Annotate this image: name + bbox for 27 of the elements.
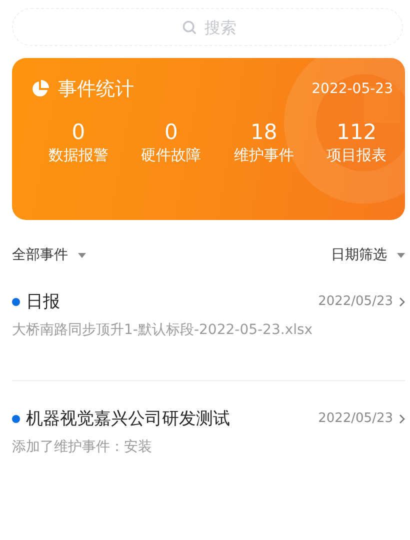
stat-label: 硬件故障	[141, 146, 202, 165]
search-icon	[182, 20, 196, 35]
stat-label: 数据报警	[48, 146, 108, 165]
caret-icon	[397, 252, 405, 258]
status-dot	[12, 298, 20, 306]
event-title[interactable]: 机器视觉嘉兴公司研发测试	[26, 407, 230, 430]
chevron-right-icon[interactable]	[399, 414, 405, 424]
stat-value: 18	[250, 120, 278, 144]
caret-icon	[78, 252, 86, 258]
pie-chart-icon	[30, 79, 50, 99]
stat-value: 112	[336, 120, 377, 144]
event-title[interactable]: 日报	[26, 290, 60, 313]
date-filter[interactable]: 日期筛选	[331, 246, 405, 264]
event-date: 2022/05/23	[318, 294, 393, 309]
stat-value: 0	[72, 120, 86, 144]
status-dot	[12, 414, 20, 422]
stat-label: 维护事件	[234, 146, 294, 165]
event-detail: 大桥南路同步顶升1-默认标段-2022-05-23.xlsx	[12, 321, 314, 339]
card-date: 2022-05-23	[312, 81, 393, 97]
category-filter[interactable]: 全部事件	[12, 246, 86, 264]
chevron-right-icon[interactable]	[399, 296, 405, 306]
card-title: 事件统计	[58, 77, 134, 102]
stat-label: 项目报表	[326, 146, 387, 165]
stat-value: 0	[164, 120, 178, 144]
search-field[interactable]: 搜索	[12, 8, 403, 46]
event-detail: 添加了维护事件：安装	[12, 438, 153, 456]
event-date: 2022/05/23	[318, 411, 393, 426]
